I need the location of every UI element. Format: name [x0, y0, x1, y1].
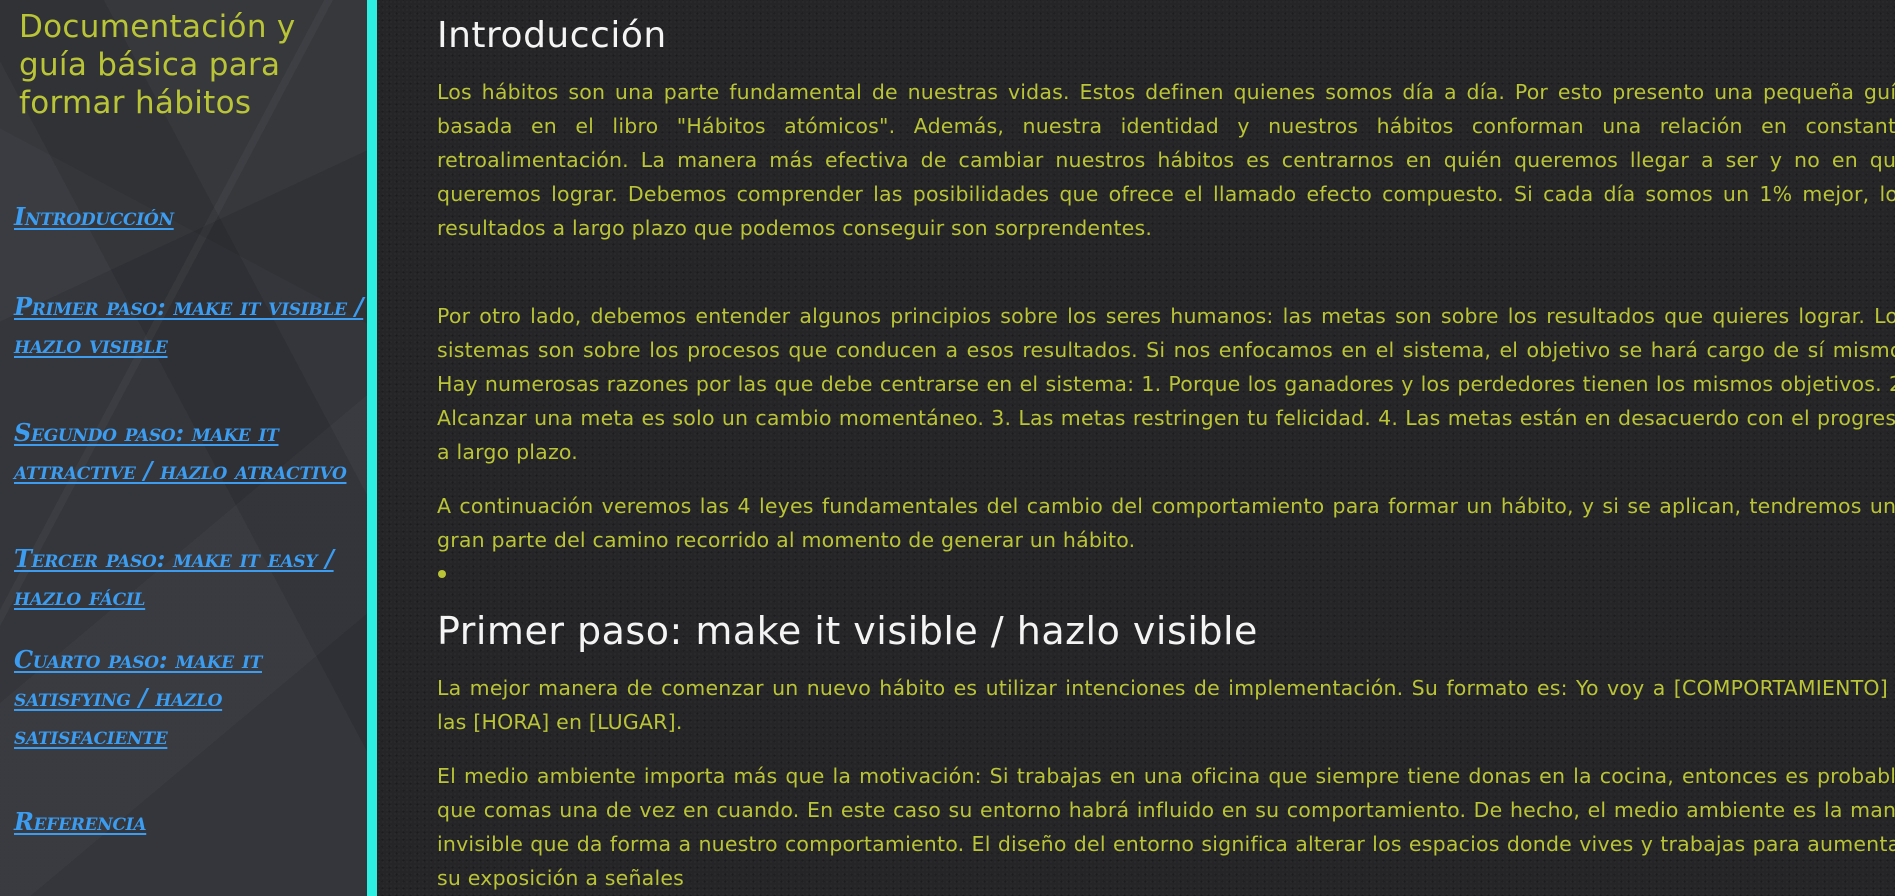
list-bullet — [438, 570, 446, 578]
nav-link-segundo-paso[interactable]: Segundo paso: make it attractive / hazlo… — [14, 414, 374, 490]
sidebar-accent-border — [367, 0, 377, 896]
nav-link-tercer-paso[interactable]: Tercer paso: make it easy / hazlo fácil — [14, 540, 374, 616]
sidebar-title: Documentación y guía básica para formar … — [19, 9, 296, 121]
nav-link-cuarto-paso[interactable]: Cuarto paso: make it satisfying / hazlo … — [14, 641, 374, 755]
nav-link-introduccion[interactable]: Introducción — [14, 198, 374, 236]
main-document: Introducción Los hábitos son una parte f… — [377, 0, 1895, 896]
section-paragraph: Los hábitos son una parte fundamental de… — [437, 80, 1895, 240]
sidebar-nav: Documentación y guía básica para formar … — [0, 0, 377, 896]
nav-link-referencia[interactable]: Referencia — [14, 803, 374, 841]
section-paragraph: El medio ambiente importa más que la mot… — [437, 764, 1895, 890]
section-title: Primer paso: make it visible / hazlo vis… — [437, 609, 1258, 653]
section-paragraph: Por otro lado, debemos entender algunos … — [437, 304, 1895, 464]
section-paragraph: A continuación veremos las 4 leyes funda… — [437, 494, 1895, 552]
section-paragraph: La mejor manera de comenzar un nuevo háb… — [437, 676, 1895, 734]
section-title: Introducción — [437, 15, 667, 56]
nav-link-primer-paso[interactable]: Primer paso: make it visible / hazlo vis… — [14, 288, 374, 364]
